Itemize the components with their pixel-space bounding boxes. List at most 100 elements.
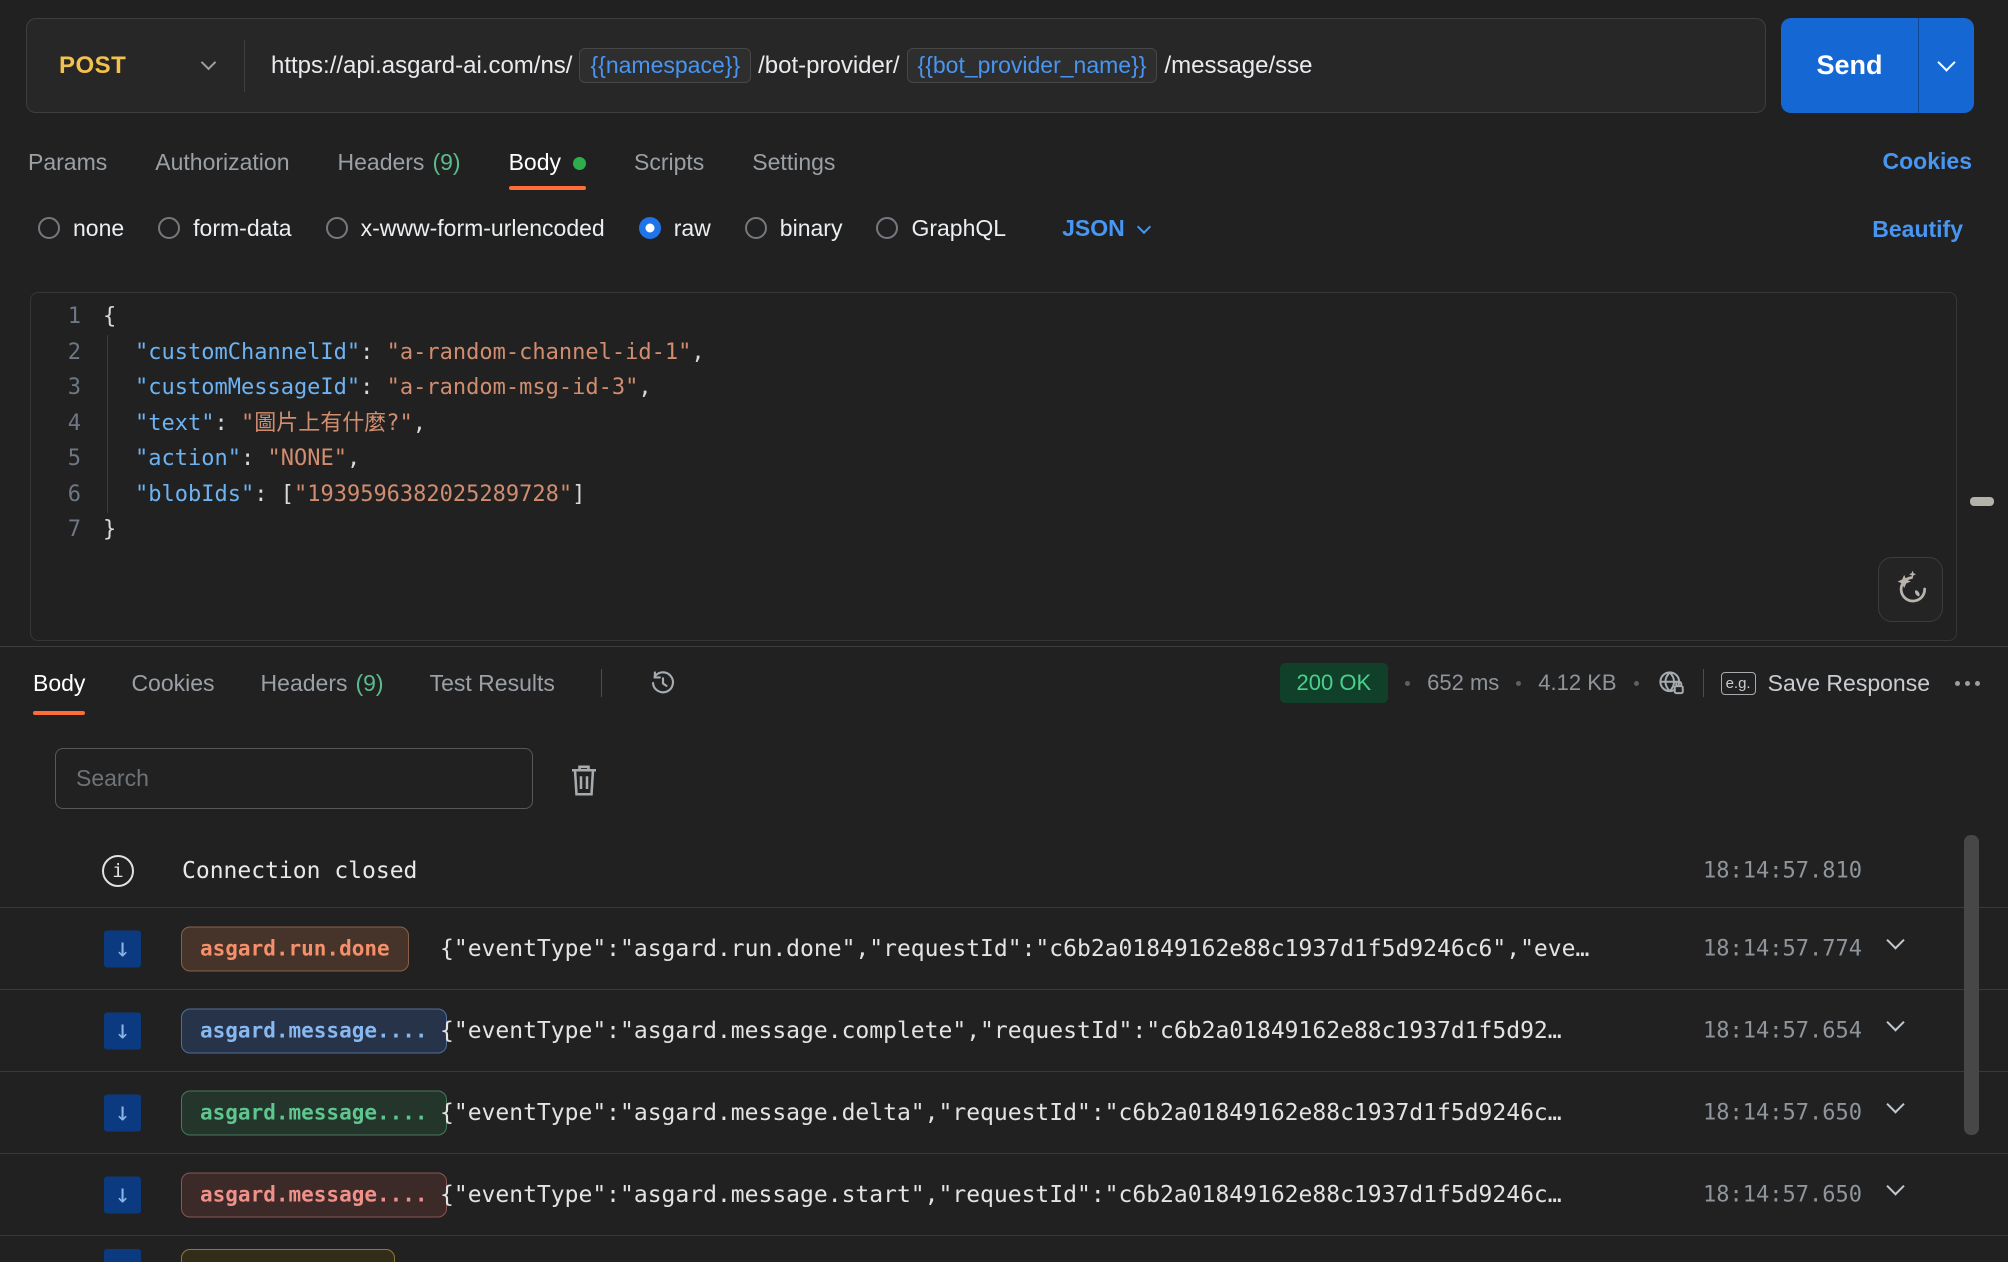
- code-token: ,: [347, 446, 360, 471]
- body-type-graphql[interactable]: GraphQL: [876, 215, 1006, 242]
- event-type-badge: asgard.message....: [181, 1172, 447, 1217]
- body-type-none[interactable]: none: [38, 215, 124, 242]
- code-line: 1{: [31, 299, 1956, 335]
- code-line-content: {: [103, 299, 116, 335]
- event-payload-preview: {"eventType":"asgard.run.done","requestI…: [440, 936, 1589, 962]
- request-url-bar[interactable]: POST https://api.asgard-ai.com/ns/{{name…: [26, 18, 1766, 113]
- chevron-down-icon[interactable]: [1886, 1095, 1904, 1113]
- event-row[interactable]: ↓asgard.message....{"eventType":"asgard.…: [0, 989, 2008, 1071]
- tab-body[interactable]: Body: [33, 670, 85, 697]
- tab-label: Cookies: [131, 670, 214, 696]
- beautify-link[interactable]: Beautify: [1872, 216, 1963, 243]
- code-token: "圖片上有什麼?": [241, 411, 413, 436]
- event-payload-preview: {"eventType":"asgard.message.delta","req…: [440, 1100, 1562, 1126]
- dot-separator: [1516, 681, 1521, 686]
- search-input[interactable]: [55, 748, 533, 809]
- event-row[interactable]: ↓asgard.message....{"eventType":"asgard.…: [0, 1071, 2008, 1153]
- request-body-editor[interactable]: 1{2"customChannelId": "a-random-channel-…: [30, 292, 1957, 641]
- chevron-down-icon: [1937, 53, 1955, 71]
- code-token: {: [103, 304, 116, 329]
- event-row-partial[interactable]: ↓: [0, 1235, 2008, 1262]
- connection-message: Connection closed: [182, 858, 417, 884]
- event-type-badge: asgard.message....: [181, 1090, 447, 1135]
- radio-label: raw: [674, 215, 711, 242]
- code-line-content: }: [103, 512, 116, 548]
- arrow-down-icon: ↓: [104, 1176, 141, 1213]
- radio-label: x-www-form-urlencoded: [361, 215, 605, 242]
- event-type-badge: [181, 1249, 395, 1262]
- event-payload-preview: {"eventType":"asgard.message.complete","…: [440, 1018, 1562, 1044]
- body-type-form-data[interactable]: form-data: [158, 215, 291, 242]
- code-line-content: "customMessageId": "a-random-msg-id-3",: [103, 370, 652, 406]
- tab-label: Body: [33, 670, 85, 696]
- more-options-button[interactable]: [1955, 681, 1980, 686]
- code-line: 6"blobIds": ["1939596382025289728"]: [31, 477, 1956, 513]
- send-button-label[interactable]: Send: [1781, 18, 1918, 113]
- tab-settings[interactable]: Settings: [752, 149, 835, 176]
- event-timestamp: 18:14:57.810: [1703, 859, 1862, 884]
- tab-label: Headers: [261, 670, 348, 696]
- send-options-button[interactable]: [1919, 18, 1974, 113]
- method-selector[interactable]: POST: [27, 19, 244, 112]
- line-number: 3: [31, 370, 81, 406]
- language-select-value: JSON: [1062, 215, 1125, 242]
- language-select[interactable]: JSON: [1062, 215, 1149, 242]
- cookies-link[interactable]: Cookies: [1883, 148, 1972, 175]
- save-response-label: Save Response: [1768, 670, 1930, 697]
- code-token: :: [214, 411, 241, 436]
- tab-headers[interactable]: Headers(9): [261, 670, 384, 697]
- line-number: 7: [31, 512, 81, 548]
- sparkle-bot-icon: [1890, 567, 1932, 613]
- send-button[interactable]: Send: [1781, 18, 1974, 113]
- event-row[interactable]: ↓asgard.message....{"eventType":"asgard.…: [0, 1153, 2008, 1235]
- connection-row[interactable]: iConnection closed18:14:57.810: [0, 835, 2008, 907]
- code-line: 5"action": "NONE",: [31, 441, 1956, 477]
- tab-label: Settings: [752, 149, 835, 175]
- response-size: 4.12 KB: [1538, 670, 1616, 696]
- code-token: ,: [691, 340, 704, 365]
- tab-test-results[interactable]: Test Results: [430, 670, 555, 697]
- radio-button-icon: [38, 217, 60, 239]
- divider: [1703, 669, 1704, 697]
- code-line: 2"customChannelId": "a-random-channel-id…: [31, 335, 1956, 371]
- url-variable-chip: {{namespace}}: [579, 48, 751, 83]
- chevron-down-icon[interactable]: [1886, 1013, 1904, 1031]
- code-token: "NONE": [267, 446, 346, 471]
- code-token: ,: [413, 411, 426, 436]
- tab-scripts[interactable]: Scripts: [634, 149, 704, 176]
- globe-lock-icon[interactable]: [1656, 668, 1686, 698]
- body-type-raw[interactable]: raw: [639, 215, 711, 242]
- body-type-binary[interactable]: binary: [745, 215, 843, 242]
- line-number: 1: [31, 299, 81, 335]
- response-scrollbar[interactable]: [1964, 835, 1979, 1135]
- code-line-content: "action": "NONE",: [103, 441, 360, 477]
- tab-count-badge: (9): [432, 149, 460, 175]
- unsaved-dot-icon: [573, 157, 586, 170]
- line-number: 6: [31, 477, 81, 513]
- tab-params[interactable]: Params: [28, 149, 107, 176]
- trash-icon[interactable]: [566, 760, 602, 805]
- divider: [601, 669, 602, 697]
- chevron-down-icon[interactable]: [1886, 931, 1904, 949]
- url-input[interactable]: https://api.asgard-ai.com/ns/{{namespace…: [245, 48, 1765, 83]
- history-icon[interactable]: [648, 668, 678, 698]
- save-response-button[interactable]: e.g. Save Response: [1721, 670, 1930, 697]
- tab-authorization[interactable]: Authorization: [155, 149, 289, 176]
- tab-cookies[interactable]: Cookies: [131, 670, 214, 697]
- code-token: "customChannelId": [135, 340, 360, 365]
- tab-body[interactable]: Body: [509, 149, 586, 176]
- section-divider: [0, 646, 2008, 647]
- code-token: "text": [135, 411, 214, 436]
- code-line: 7}: [31, 512, 1956, 548]
- chevron-down-icon[interactable]: [1886, 1177, 1904, 1195]
- tab-label: Headers: [338, 149, 425, 175]
- tab-headers[interactable]: Headers (9): [338, 149, 461, 176]
- event-timestamp: 18:14:57.654: [1703, 1018, 1862, 1043]
- ai-assistant-button[interactable]: [1878, 557, 1943, 622]
- radio-button-icon: [158, 217, 180, 239]
- editor-scrollbar-thumb[interactable]: [1970, 497, 1994, 506]
- event-row[interactable]: ↓asgard.run.done{"eventType":"asgard.run…: [0, 907, 2008, 989]
- line-number: 4: [31, 406, 81, 442]
- body-type-x-www-form-urlencoded[interactable]: x-www-form-urlencoded: [326, 215, 605, 242]
- code-token: "customMessageId": [135, 375, 360, 400]
